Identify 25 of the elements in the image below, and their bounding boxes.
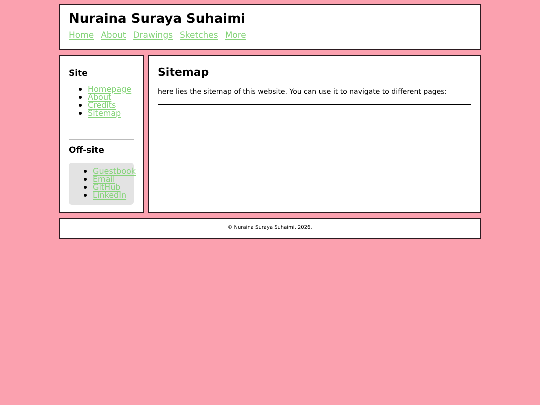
bullet-icon — [84, 170, 87, 173]
sidebar-link[interactable]: Credits — [88, 102, 116, 110]
sidebar-link[interactable]: Homepage — [88, 86, 132, 94]
sidebar-link[interactable]: GitHub — [93, 184, 121, 192]
bullet-icon — [79, 96, 82, 100]
bullet-icon — [79, 112, 82, 116]
nav-link[interactable]: More — [225, 30, 246, 43]
page-heading: Sitemap — [158, 65, 210, 81]
nav-link[interactable]: Sketches — [180, 30, 218, 43]
section-heading: Off-site — [69, 144, 106, 158]
sidebar-link[interactable]: About — [88, 94, 112, 102]
section-heading: Site — [69, 68, 89, 81]
bullet-icon — [84, 194, 87, 197]
nav-link[interactable]: Drawings — [133, 30, 174, 43]
nav-link[interactable]: Home — [69, 30, 94, 43]
bullet-icon — [84, 178, 87, 181]
bullet-icon — [79, 88, 82, 92]
nav-link[interactable]: About — [101, 30, 126, 43]
sidebar-link[interactable]: LinkedIn — [93, 192, 127, 200]
bullet-icon — [84, 186, 87, 189]
bullet-icon — [79, 104, 82, 108]
sidebar-link[interactable]: Guestbook — [93, 168, 136, 176]
site-title: Nuraina Suraya Suhaimi — [69, 12, 247, 28]
sidebar-link[interactable]: Sitemap — [88, 110, 122, 118]
sidebar-link[interactable]: Email — [93, 176, 116, 184]
